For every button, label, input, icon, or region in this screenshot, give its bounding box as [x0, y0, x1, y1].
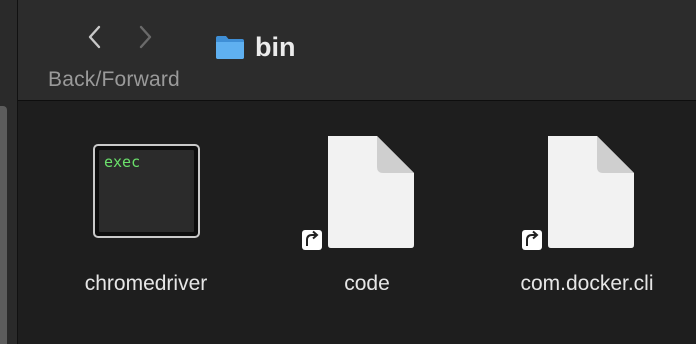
chevron-right-icon: [139, 25, 152, 49]
file-name: chromedriver: [84, 272, 208, 295]
chevron-left-icon: [88, 25, 101, 49]
back-forward-label: Back/Forward: [48, 68, 180, 91]
window-title: bin: [215, 30, 296, 64]
document-alias-icon: [302, 136, 414, 250]
back-button[interactable]: [80, 22, 110, 52]
file-item-code[interactable]: code: [277, 101, 457, 344]
file-name: code: [344, 272, 390, 295]
file-item-com-docker-cli[interactable]: com.docker.cli: [497, 101, 677, 344]
forward-button[interactable]: [130, 22, 160, 52]
folder-icon: [216, 36, 244, 59]
executable-icon: exec: [93, 144, 200, 238]
file-grid: exec chromedriver code com.docker.cli: [18, 101, 696, 344]
file-item-chromedriver[interactable]: exec chromedriver: [56, 101, 236, 344]
exec-icon-text: exec: [104, 153, 141, 171]
folder-title: bin: [255, 32, 296, 62]
sidebar-scrollbar[interactable]: [0, 106, 7, 344]
toolbar: Back/Forward bin: [18, 0, 696, 101]
document-alias-icon: [522, 136, 634, 250]
file-name: com.docker.cli: [520, 272, 654, 295]
